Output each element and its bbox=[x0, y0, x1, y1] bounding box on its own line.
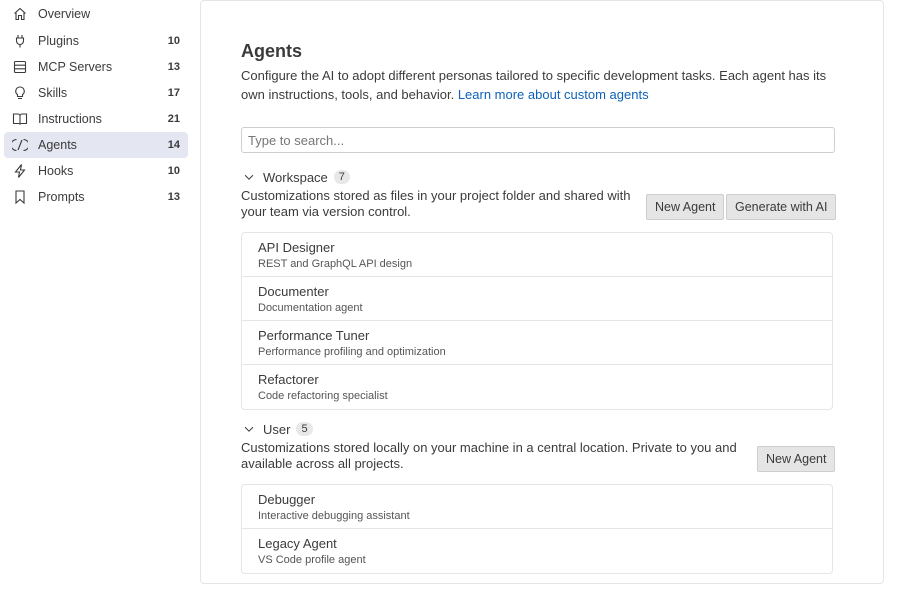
chevron-down-icon bbox=[241, 421, 257, 437]
chevron-down-icon bbox=[241, 169, 257, 185]
list-item[interactable]: Refactorer Code refactoring specialist bbox=[242, 365, 832, 409]
user-section-header[interactable]: User 5 bbox=[241, 420, 313, 438]
workspace-agent-list: API Designer REST and GraphQL API design… bbox=[241, 232, 833, 410]
learn-more-link[interactable]: Learn more about custom agents bbox=[458, 87, 649, 102]
list-item[interactable]: Performance Tuner Performance profiling … bbox=[242, 321, 832, 365]
sidebar-item-instructions[interactable]: Instructions 21 bbox=[4, 106, 188, 132]
agent-name: Debugger bbox=[258, 492, 316, 507]
sidebar-item-prompts[interactable]: Prompts 13 bbox=[4, 184, 188, 210]
list-item[interactable]: API Designer REST and GraphQL API design bbox=[242, 233, 832, 277]
user-count-badge: 5 bbox=[296, 422, 313, 436]
workspace-section-description: Customizations stored as files in your p… bbox=[241, 188, 631, 219]
agent-description: Documentation agent bbox=[258, 302, 363, 314]
user-agent-list: Debugger Interactive debugging assistant… bbox=[241, 484, 833, 574]
agent-name: Refactorer bbox=[258, 372, 319, 387]
sidebar-item-agents[interactable]: Agents 14 bbox=[4, 132, 188, 158]
user-new-agent-button[interactable]: New Agent bbox=[757, 446, 836, 472]
user-section-description: Customizations stored locally on your ma… bbox=[241, 440, 737, 471]
sidebar-item-count: 10 bbox=[167, 165, 180, 177]
agent-name: Performance Tuner bbox=[258, 328, 370, 343]
user-section-title: User bbox=[263, 421, 291, 437]
agent-name: API Designer bbox=[258, 240, 335, 255]
lightning-icon bbox=[12, 163, 28, 179]
list-item[interactable]: Debugger Interactive debugging assistant bbox=[242, 485, 832, 529]
workspace-new-agent-button[interactable]: New Agent bbox=[646, 194, 725, 220]
agent-description: Performance profiling and optimization bbox=[258, 346, 446, 358]
sidebar-item-overview[interactable]: Overview bbox=[4, 1, 188, 27]
sidebar-item-skills[interactable]: Skills 17 bbox=[4, 80, 188, 106]
sidebar-item-label: Plugins bbox=[38, 34, 79, 48]
bookmark-icon bbox=[12, 189, 28, 205]
book-icon bbox=[12, 111, 28, 127]
server-icon bbox=[12, 59, 28, 75]
workspace-section-header[interactable]: Workspace 7 bbox=[241, 168, 350, 186]
sidebar-item-label: Hooks bbox=[38, 164, 74, 178]
agent-description: VS Code profile agent bbox=[258, 554, 366, 566]
home-icon bbox=[12, 6, 28, 22]
sidebar-item-label: Agents bbox=[38, 138, 77, 152]
lightbulb-icon bbox=[12, 85, 28, 101]
sidebar-item-count: 13 bbox=[167, 191, 180, 203]
agent-description: REST and GraphQL API design bbox=[258, 258, 413, 270]
page-title: Agents bbox=[241, 41, 303, 61]
sidebar-item-plugins[interactable]: Plugins 10 bbox=[4, 28, 188, 54]
sidebar-item-label: MCP Servers bbox=[38, 60, 113, 74]
search-input[interactable] bbox=[241, 127, 835, 153]
sidebar-item-label: Skills bbox=[38, 86, 68, 100]
workspace-section-title: Workspace bbox=[263, 169, 328, 185]
plug-icon bbox=[12, 33, 28, 49]
list-item[interactable]: Documenter Documentation agent bbox=[242, 277, 832, 321]
sidebar-item-label: Prompts bbox=[38, 190, 85, 204]
agent-description: Code refactoring specialist bbox=[258, 390, 388, 402]
agent-description: Interactive debugging assistant bbox=[258, 510, 410, 522]
list-item[interactable]: Legacy Agent VS Code profile agent bbox=[242, 529, 832, 573]
sidebar-item-count: 14 bbox=[167, 139, 180, 151]
sidebar-item-hooks[interactable]: Hooks 10 bbox=[4, 158, 188, 184]
sidebar: Overview Plugins 10 MCP Servers 13 Skill… bbox=[0, 0, 196, 600]
generate-with-ai-button[interactable]: Generate with AI bbox=[726, 194, 837, 220]
sidebar-item-count: 21 bbox=[167, 113, 180, 125]
sidebar-item-label: Instructions bbox=[38, 112, 102, 126]
agent-name: Legacy Agent bbox=[258, 536, 337, 551]
sidebar-item-mcp-servers[interactable]: MCP Servers 13 bbox=[4, 54, 188, 80]
workspace-count-badge: 7 bbox=[333, 170, 350, 184]
page-description: Configure the AI to adopt different pers… bbox=[241, 66, 841, 104]
agent-name: Documenter bbox=[258, 284, 329, 299]
sidebar-item-count: 13 bbox=[167, 61, 180, 73]
sidebar-item-count: 17 bbox=[167, 87, 180, 99]
sidebar-item-count: 10 bbox=[167, 35, 180, 47]
agent-icon bbox=[12, 137, 28, 153]
sidebar-item-label: Overview bbox=[38, 7, 91, 21]
main-panel: Agents Configure the AI to adopt differe… bbox=[200, 0, 884, 584]
